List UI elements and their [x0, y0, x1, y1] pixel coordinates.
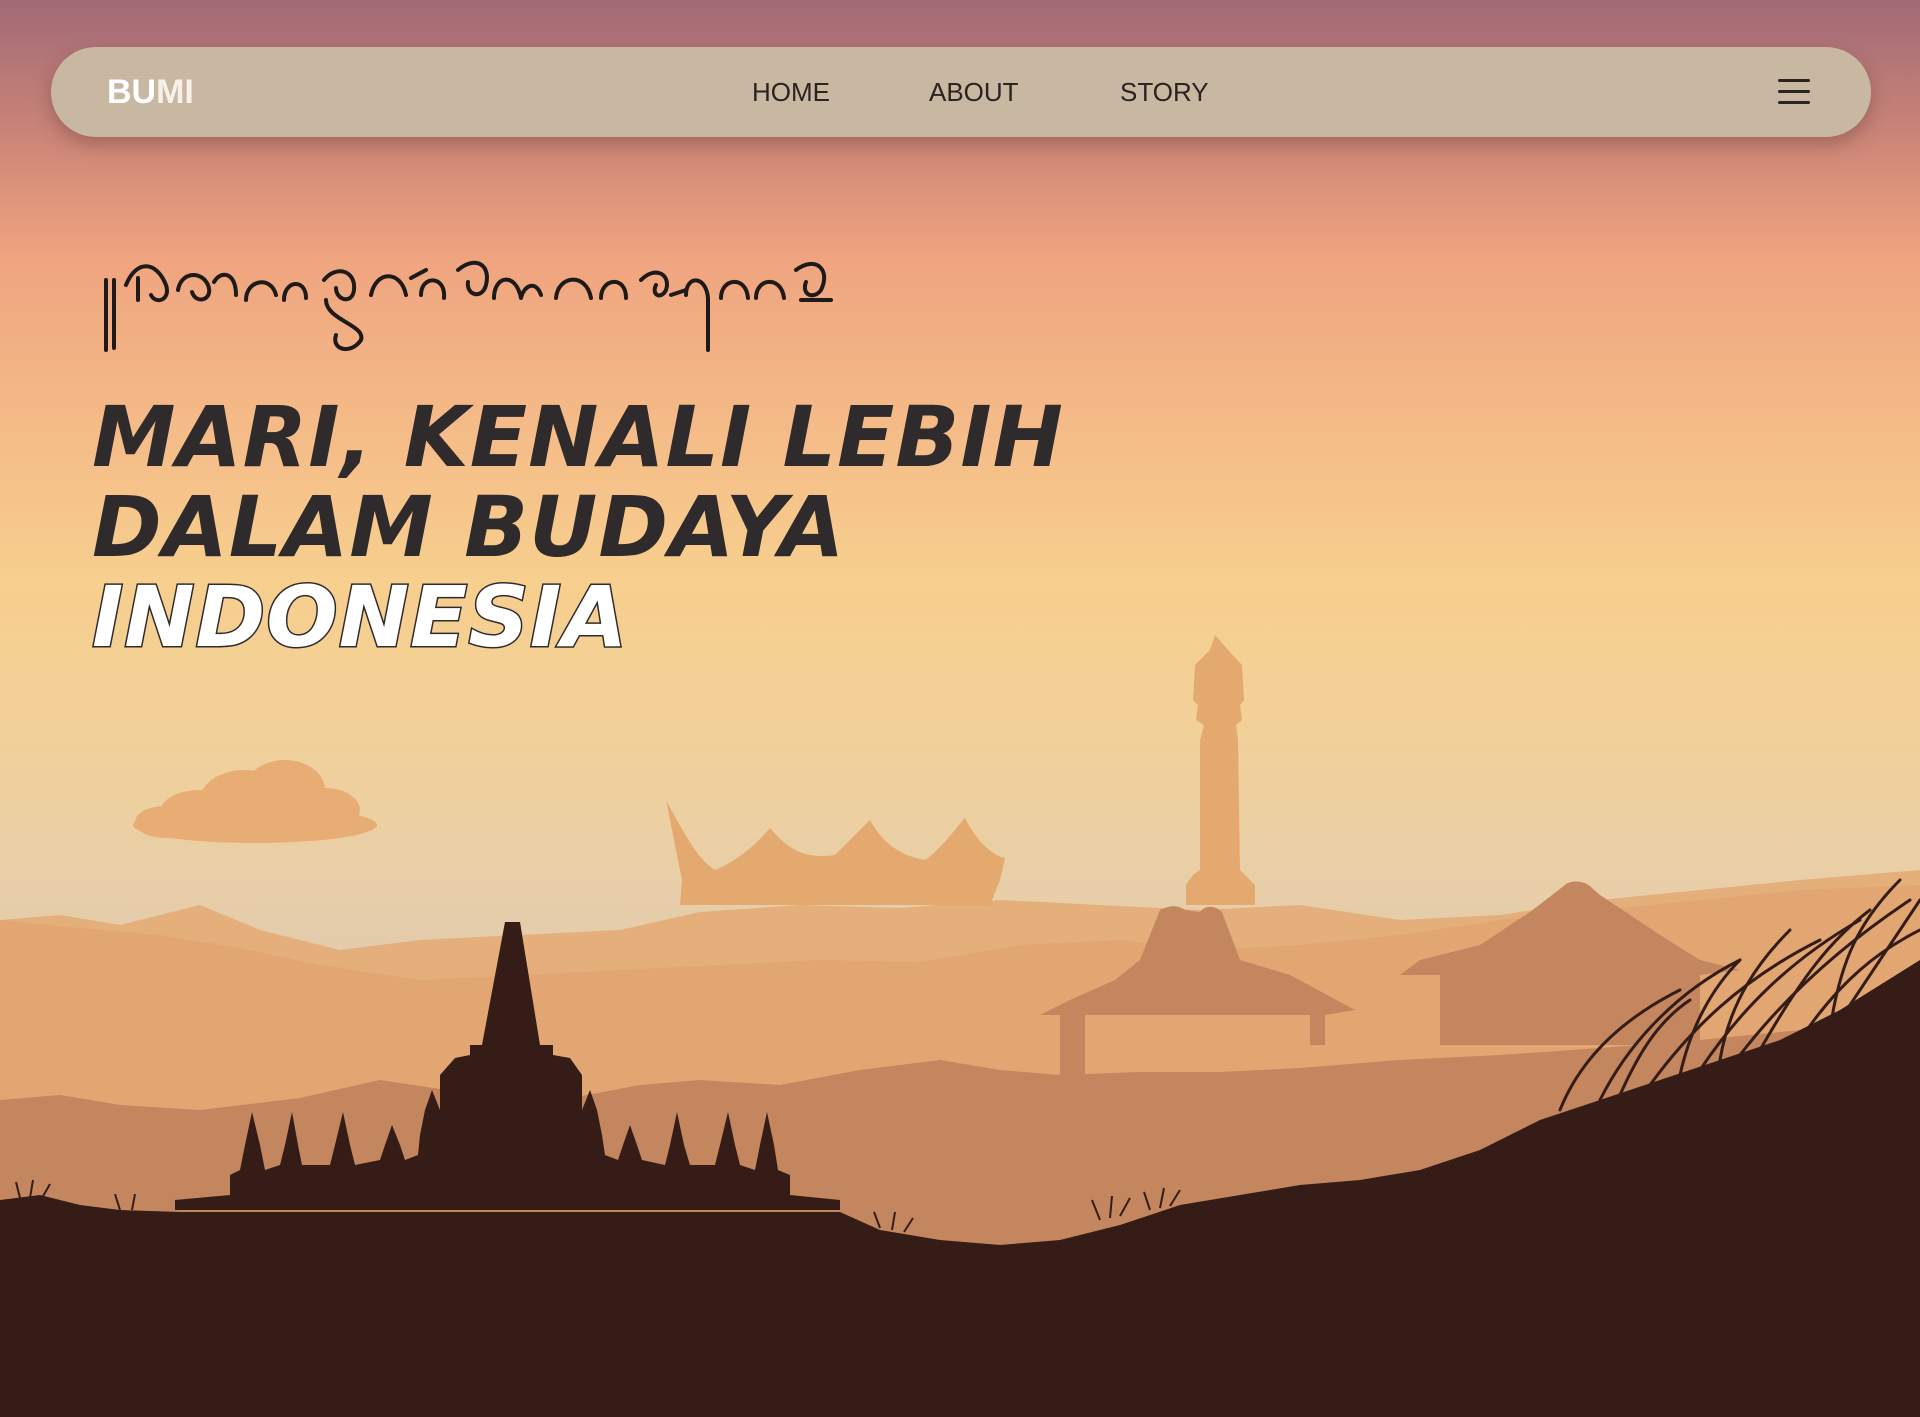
tower-silhouette	[1186, 635, 1255, 905]
hamburger-menu-icon[interactable]	[1778, 75, 1810, 109]
javanese-script-text	[96, 240, 836, 360]
hero-headline: MARI, KENALI LEBIH DALAM BUDAYA INDONESI…	[91, 388, 1064, 666]
nav-link-about[interactable]: ABOUT	[929, 47, 1019, 137]
headline-line-1: MARI, KENALI LEBIH	[92, 388, 1064, 486]
headline-line-3-outlined: INDONESIA	[91, 568, 629, 666]
cloud-icon	[133, 760, 377, 843]
nav-links: HOME ABOUT STORY	[51, 47, 1871, 137]
navbar: BUMI HOME ABOUT STORY	[51, 47, 1871, 137]
headline-line-2: DALAM BUDAYA	[92, 478, 846, 576]
rumah-gadang-silhouette	[666, 800, 1005, 905]
nav-link-story[interactable]: STORY	[1120, 47, 1209, 137]
landscape-illustration	[0, 635, 1920, 1417]
nav-link-home[interactable]: HOME	[752, 47, 830, 137]
hero-background	[0, 0, 1920, 1417]
